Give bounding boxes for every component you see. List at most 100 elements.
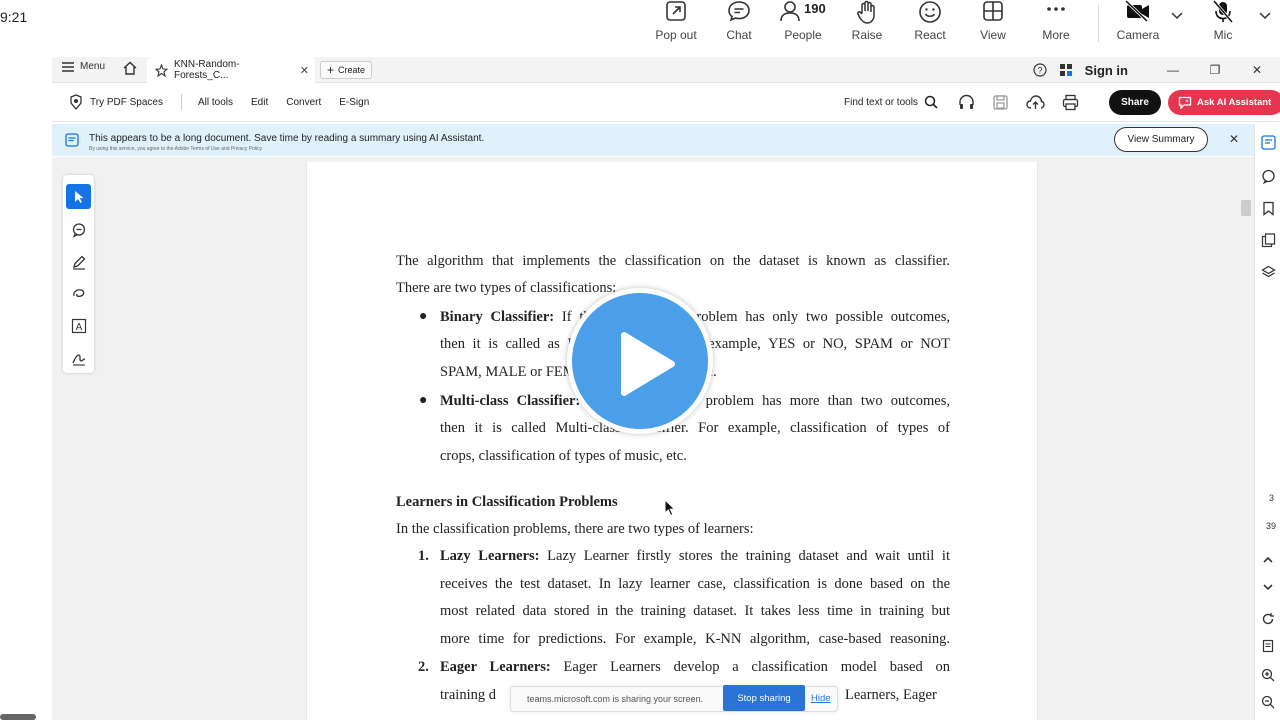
react-smiley-icon [899, 0, 961, 26]
quick-tools-panel: A [63, 175, 94, 373]
paragraph-line: There are two types of classifications: [396, 280, 617, 296]
menu-button[interactable]: Menu [62, 61, 105, 72]
paragraph-line: then it is called Multi-class Classifier… [440, 420, 950, 436]
close-window-icon[interactable]: ✕ [1242, 63, 1272, 77]
more-dots-icon [1025, 0, 1087, 26]
teams-meeting-bar: 9:21 Pop out Chat 190 People Raise React [0, 0, 1280, 50]
pages-thumbnail-icon[interactable] [1261, 233, 1276, 248]
paragraph-line: In the classification problems, there ar… [396, 521, 754, 537]
sign-tool[interactable] [66, 345, 91, 370]
convert-button[interactable]: Convert [286, 97, 321, 108]
hide-notice-link[interactable]: Hide [811, 693, 831, 704]
toolbar-divider [1098, 4, 1099, 42]
text-box-tool[interactable]: A [66, 313, 91, 338]
text-box-icon: A [71, 318, 86, 333]
ai-summary-panel-icon[interactable] [1261, 135, 1276, 150]
print-icon[interactable] [1062, 94, 1079, 111]
close-tab-icon[interactable]: ✕ [300, 64, 309, 77]
video-play-button[interactable] [567, 288, 713, 434]
stop-sharing-button[interactable]: Stop sharing [723, 685, 805, 711]
more-button[interactable]: More [1025, 0, 1087, 46]
paragraph-line: most related data stored in the training… [440, 603, 950, 619]
chevron-down-icon[interactable] [1261, 580, 1275, 594]
highlight-tool[interactable] [66, 249, 91, 274]
chat-button[interactable]: Chat [708, 0, 770, 46]
react-button[interactable]: React [899, 0, 961, 46]
sign-in-button[interactable]: Sign in [1085, 63, 1128, 78]
view-button[interactable]: View [962, 0, 1024, 46]
edit-button[interactable]: Edit [251, 97, 268, 108]
save-icon[interactable] [992, 94, 1009, 111]
mic-button[interactable]: Mic [1192, 0, 1254, 46]
maximize-icon[interactable]: ❐ [1200, 63, 1230, 77]
pop-out-button[interactable]: Pop out [645, 0, 707, 46]
chevron-up-icon[interactable] [1261, 553, 1275, 567]
minimize-icon[interactable]: — [1158, 63, 1188, 77]
chevron-down-icon [1250, 0, 1280, 26]
right-tools-panel [1254, 124, 1280, 720]
read-aloud-headphones-icon[interactable] [958, 94, 975, 111]
pdf-page[interactable]: The algorithm that implements the classi… [306, 162, 1038, 720]
meeting-timer: 9:21 [0, 9, 28, 25]
play-icon [621, 332, 675, 396]
add-comment-icon [72, 222, 85, 238]
camera-button[interactable]: Camera [1107, 0, 1169, 46]
share-button[interactable]: Share [1109, 90, 1161, 115]
paragraph-line: crops, classification of types of music,… [440, 448, 687, 464]
vertical-scrollbar-thumb[interactable] [1241, 200, 1251, 216]
find-text-or-tools[interactable]: Find text or tools [844, 95, 938, 109]
bookmark-icon[interactable] [1261, 201, 1276, 216]
toolbar-left: Try PDF Spaces All tools Edit Convert E-… [68, 94, 387, 110]
draw-tool[interactable] [66, 281, 91, 306]
camera-options-chevron[interactable] [1162, 0, 1192, 46]
freehand-draw-icon [72, 288, 84, 297]
view-summary-button[interactable]: View Summary [1114, 127, 1208, 152]
horizontal-scrollbar-thumb[interactable] [0, 714, 36, 720]
mic-options-chevron[interactable] [1250, 0, 1280, 46]
cloud-upload-icon[interactable] [1026, 94, 1045, 111]
zoom-in-icon[interactable] [1261, 668, 1275, 682]
document-tab-title: KNN-Random-Forests_C... [173, 59, 240, 81]
current-page-number[interactable]: 3 [1269, 493, 1274, 503]
select-tool[interactable] [66, 184, 91, 209]
pen-icon [72, 255, 85, 270]
banner-message: This appears to be a long document. Save… [89, 133, 485, 144]
ai-assistant-icon [1178, 96, 1192, 109]
zoom-out-icon[interactable] [1261, 695, 1275, 709]
esign-button[interactable]: E-Sign [339, 97, 369, 108]
bullet-icon: ● [419, 309, 428, 324]
people-button[interactable]: 190 People [772, 0, 834, 46]
banner-terms: By using this service, you agree to the … [89, 146, 263, 152]
apps-grid-icon[interactable] [1059, 63, 1073, 77]
help-icon[interactable]: ? [1033, 63, 1047, 77]
sharing-message: teams.microsoft.com is sharing your scre… [527, 694, 704, 704]
window-controls: ? Sign in — ❐ ✕ [1033, 57, 1280, 83]
fit-page-icon[interactable] [1261, 639, 1275, 653]
toolbar-divider [180, 94, 182, 110]
try-pdf-spaces-button[interactable]: Try PDF Spaces [90, 97, 163, 108]
document-tab[interactable]: KNN-Random-Forests_C... ✕ [147, 57, 315, 83]
paragraph-line: Learners, Eager [845, 687, 937, 703]
raise-hand-button[interactable]: Raise [836, 0, 898, 46]
comment-tool[interactable] [66, 217, 91, 242]
all-tools-button[interactable]: All tools [198, 97, 233, 108]
close-banner-icon[interactable]: ✕ [1229, 132, 1239, 146]
paragraph-line: more time for predictions. For example, … [440, 631, 950, 647]
layers-icon[interactable] [1261, 265, 1276, 280]
participant-count: 190 [804, 1, 826, 16]
star-icon[interactable] [155, 63, 168, 77]
rotate-icon[interactable] [1261, 612, 1275, 626]
ai-summary-banner: This appears to be a long document. Save… [52, 124, 1254, 156]
home-button[interactable] [122, 60, 138, 81]
mouse-cursor-icon [664, 499, 676, 517]
raise-hand-icon [836, 0, 898, 26]
signature-icon [71, 353, 85, 366]
cursor-arrow-icon [74, 190, 83, 203]
summary-icon [65, 133, 79, 147]
comments-panel-icon[interactable] [1261, 169, 1276, 184]
list-number: 1. [418, 548, 429, 564]
acrobat-tab-bar: Menu KNN-Random-Forests_C... ✕ + Create … [52, 57, 1280, 83]
list-item: Lazy Learners: Lazy Learner firstly stor… [440, 548, 950, 564]
ask-ai-assistant-button[interactable]: Ask AI Assistant [1168, 90, 1280, 115]
create-button[interactable]: + Create [320, 61, 373, 79]
